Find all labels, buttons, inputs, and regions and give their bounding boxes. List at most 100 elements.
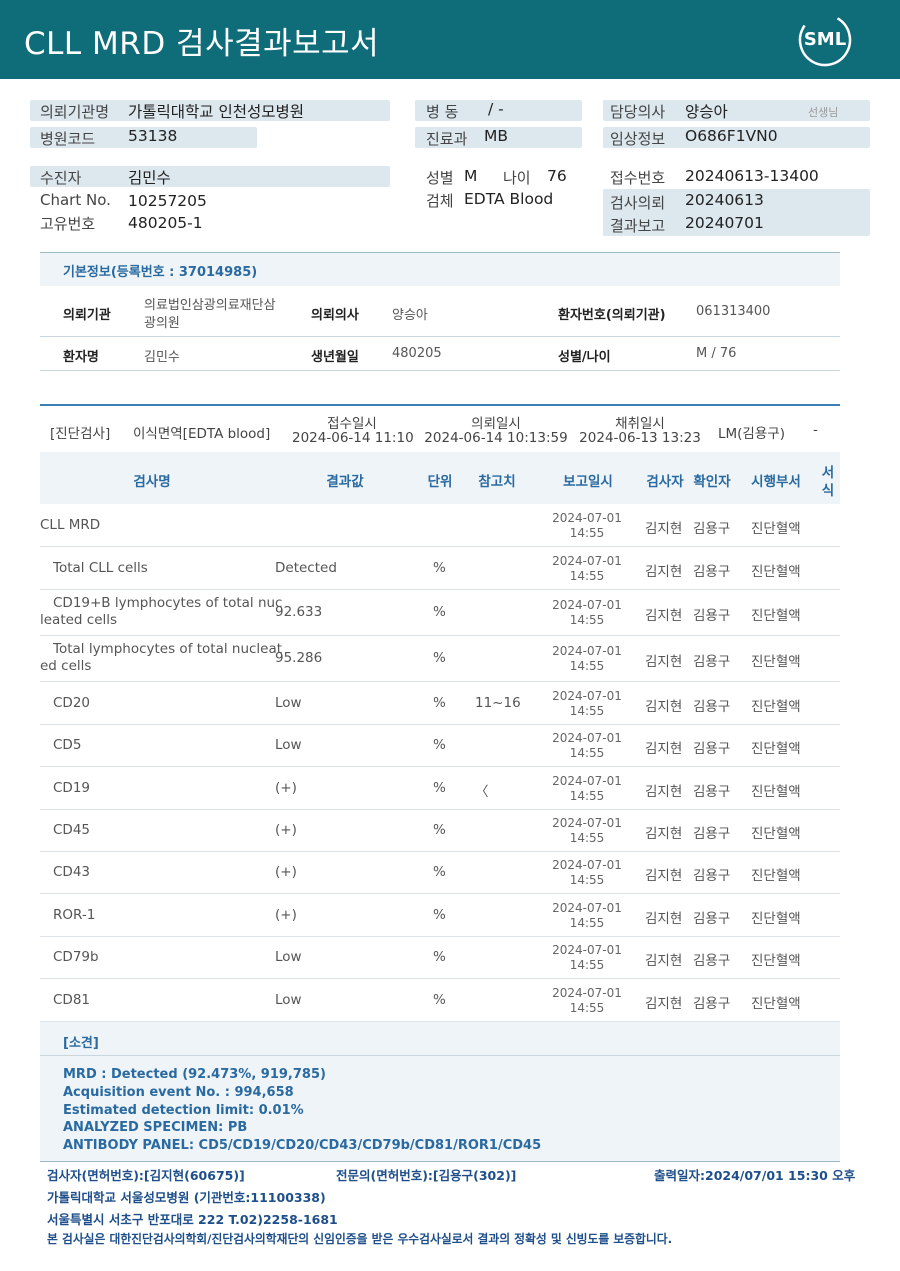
remark-line: ANALYZED SPECIMEN: PB	[63, 1120, 248, 1135]
report-title: CLL MRD 검사결과보고서	[24, 26, 380, 62]
cell-test-name: CD19	[53, 779, 90, 796]
cell-report-time: 14:55	[569, 958, 605, 972]
cell-report-time: 14:55	[569, 703, 605, 718]
cell-result: (+)	[275, 864, 297, 880]
footer-hospital: 가톨릭대학교 서울성모병원 (기관번호:11100338)	[47, 1190, 326, 1205]
basic-name-value: 김민수	[144, 350, 180, 365]
cell-report-date: 2024-07-01	[552, 598, 622, 612]
exam-req-value: 20240613	[685, 191, 764, 209]
cell-unit: %	[433, 949, 446, 965]
dept-value: MB	[484, 127, 509, 145]
cell-unit: %	[433, 906, 446, 923]
cell-dept: 진단혈액	[751, 698, 801, 715]
cell-report-time: 14:55	[569, 613, 605, 627]
exam-req-label: 의뢰일시	[471, 416, 521, 432]
sml-logo: SML	[797, 12, 853, 68]
cell-ref: 〈	[475, 783, 489, 800]
doctor-suffix: 선생님	[808, 106, 839, 119]
report-header: CLL MRD 검사결과보고서 SML	[0, 0, 900, 79]
cell-dept: 진단혈액	[751, 741, 801, 757]
clinical-label: 임상정보	[610, 130, 666, 148]
cell-report-date: 2024-07-01	[552, 688, 622, 703]
cell-dept: 진단혈액	[751, 654, 801, 670]
cell-confirmer: 김용구	[693, 995, 731, 1012]
cell-test-name: CD19+B lymphocytes of total nuc	[53, 595, 283, 611]
table-row: CD43 (+)% 2024-07-01 14:55 김지현 김용구 진단혈액	[40, 852, 840, 894]
th-result: 결과값	[326, 474, 364, 490]
table-row: Total lymphocytes of total nucleat ed cel…	[40, 636, 840, 682]
cell-report-date: 2024-07-01	[552, 731, 622, 745]
cell-report-date: 2024-07-01	[552, 644, 622, 658]
cell-test-name-cont: ed cells	[40, 658, 92, 674]
footer-specialist: 전문의(면허번호):[김용구(302)]	[336, 1168, 517, 1183]
cell-report-date: 2024-07-01	[552, 900, 622, 915]
cell-report-time: 14:55	[569, 788, 605, 803]
basic-req-doc-label: 의뢰의사	[311, 308, 359, 323]
cell-result: 95.286	[275, 650, 323, 666]
cell-report-date: 2024-07-01	[552, 858, 622, 872]
exam-category: [진단검사]	[50, 426, 111, 442]
remark-line: Estimated detection limit: 0.01%	[63, 1103, 304, 1118]
cell-test-name: CLL MRD	[40, 517, 101, 533]
patient-value: 김민수	[128, 169, 171, 187]
table-row: ROR-1 (+)% 2024-07-01 14:55 김지현 김용구 진단혈액	[40, 894, 840, 937]
doctor-value: 양승아	[685, 103, 728, 121]
chart-label: Chart No.	[40, 191, 111, 209]
doctor-label: 담당의사	[610, 103, 666, 121]
ward-label: 병 동	[426, 103, 459, 121]
exam-recv-label: 접수일시	[327, 416, 377, 432]
cell-report-time: 14:55	[569, 526, 605, 540]
cell-test-name-cont: leated cells	[40, 612, 118, 628]
unique-label: 고유번호	[40, 215, 96, 233]
basic-sexage-label: 성별/나이	[558, 350, 611, 365]
cell-result: Low	[275, 949, 302, 965]
table-row: CD81 Low% 2024-07-01 14:55 김지현 김용구 진단혈액	[40, 979, 840, 1022]
table-row: CD79b Low% 2024-07-01 14:55 김지현 김용구 진단혈액	[40, 937, 840, 979]
cell-unit: %	[433, 737, 446, 753]
hosp-code-label: 병원코드	[40, 130, 96, 148]
table-row: Total CLL cells Detected% 2024-07-01 14:55 김…	[40, 547, 840, 590]
exam-name: 이식면역[EDTA blood]	[133, 426, 271, 442]
cell-tester: 김지현	[645, 698, 683, 715]
cell-confirmer: 김용구	[693, 563, 731, 580]
cell-confirmer: 김용구	[693, 741, 731, 757]
cell-dept: 진단혈액	[751, 953, 801, 969]
cell-tester: 김지현	[645, 995, 683, 1012]
table-row: CD19+B lymphocytes of total nuc leated ce…	[40, 590, 840, 636]
req-org-value: 가톨릭대학교 인천성모병원	[128, 103, 305, 121]
cell-tester: 김지현	[645, 741, 683, 757]
age-value: 76	[547, 167, 567, 185]
footer-tester: 검사자(면허번호):[김지현(60675)]	[47, 1168, 245, 1183]
exam-dash: -	[813, 422, 818, 438]
cell-tester: 김지현	[645, 910, 683, 927]
cell-result: (+)	[275, 779, 297, 796]
cell-report-time: 14:55	[569, 1000, 605, 1015]
table-row: CD19 (+)% 〈 2024-07-01 14:55 김지현 김용구 진단혈액	[40, 767, 840, 810]
basic-sexage-value: M / 76	[696, 346, 737, 361]
cell-unit: %	[433, 822, 446, 838]
remark-line: Acquisition event No. : 994,658	[63, 1085, 294, 1100]
footer-cert: 본 검사실은 대한진단검사의학회/진단검사의학재단의 신임인증을 받은 우수검사…	[47, 1232, 673, 1246]
cell-tester: 김지현	[645, 608, 683, 624]
cell-result: 92.633	[275, 604, 323, 620]
cell-tester: 김지현	[645, 826, 683, 842]
basic-req-doc-value: 양승아	[392, 308, 428, 323]
cell-test-name: CD45	[53, 822, 90, 838]
cell-unit: %	[433, 694, 446, 711]
cell-unit: %	[433, 864, 446, 880]
cell-test-name: ROR-1	[53, 906, 96, 923]
cell-report-date: 2024-07-01	[552, 985, 622, 1000]
th-confirmer: 확인자	[693, 474, 731, 490]
cell-confirmer: 김용구	[693, 698, 731, 715]
result-value: 20240701	[685, 214, 764, 232]
cell-report-date: 2024-07-01	[552, 816, 622, 830]
cell-unit: %	[433, 991, 446, 1008]
exam-strip-top	[40, 404, 840, 406]
sex-label: 성별	[426, 169, 454, 187]
cell-tester: 김지현	[645, 521, 683, 537]
th-date: 보고일시	[563, 474, 613, 490]
footer-printed: 출력일자:2024/07/01 15:30 오후	[654, 1168, 856, 1183]
cell-unit: %	[433, 779, 446, 796]
cell-dept: 진단혈액	[751, 521, 801, 537]
basic-divider	[40, 336, 840, 337]
